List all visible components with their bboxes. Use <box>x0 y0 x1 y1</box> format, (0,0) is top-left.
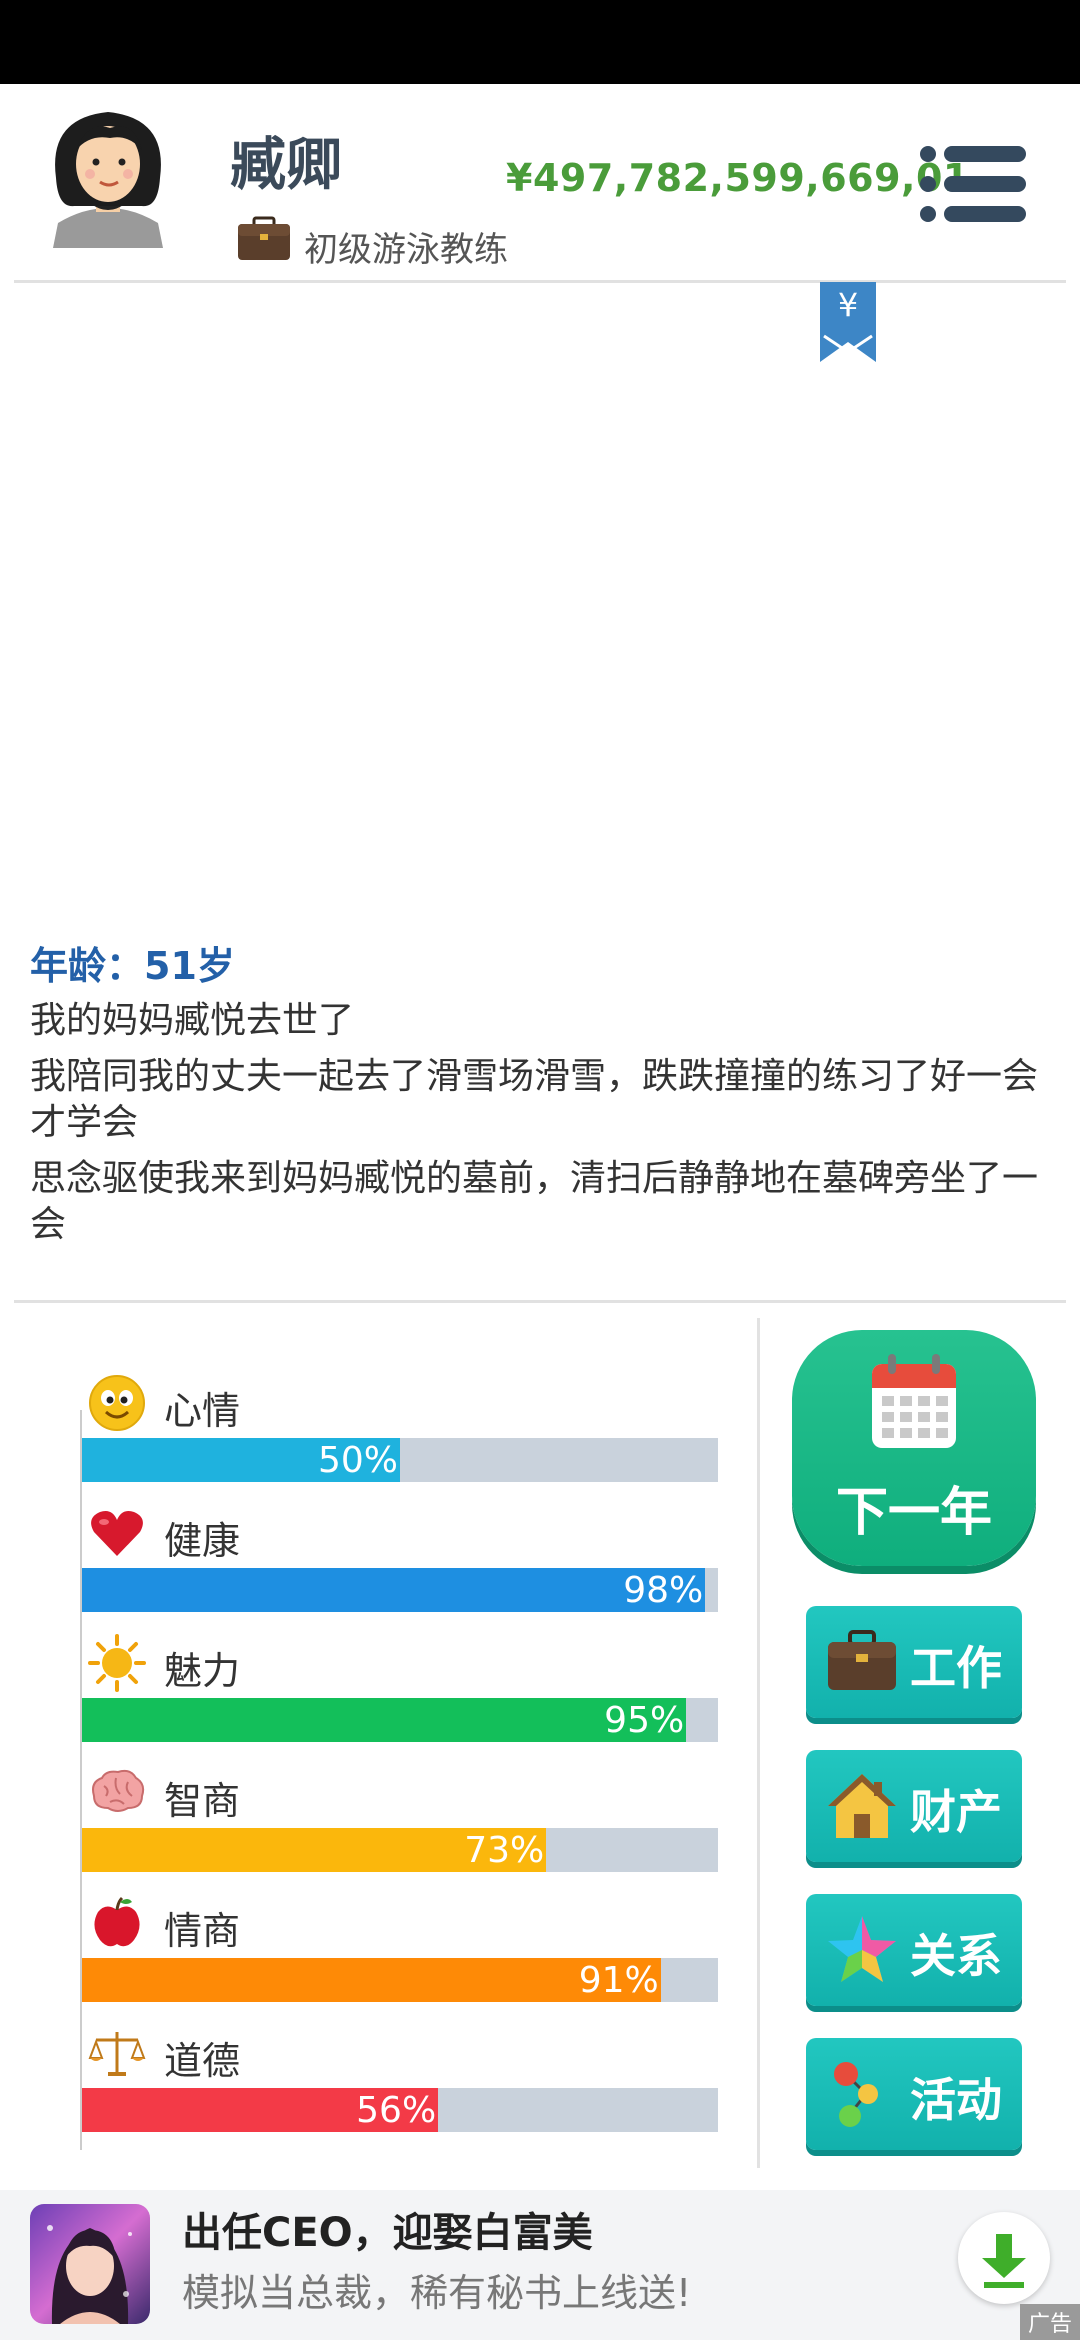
activities-button[interactable]: 活动 <box>806 2038 1022 2150</box>
activity-dots-icon <box>834 2062 878 2127</box>
stat-value: 56% <box>356 2090 437 2131</box>
stat-health: 健康 98% <box>82 1498 718 1612</box>
property-button[interactable]: 财产 <box>806 1750 1022 1862</box>
smiley-icon <box>89 1375 145 1431</box>
stat-bar: 50% <box>82 1438 718 1482</box>
download-button[interactable] <box>958 2212 1050 2304</box>
stat-bar: 56% <box>82 2088 718 2132</box>
ad-title: 出任CEO，迎娶白富美 <box>182 2210 593 2256</box>
stat-bar: 73% <box>82 1828 718 1872</box>
event-list: 我的妈妈臧悦去世了 我陪同我的丈夫一起去了滑雪场滑雪，跌跌撞撞的练习了好一会才学… <box>30 998 1050 1248</box>
next-year-label: 下一年 <box>835 1483 992 1543</box>
heart-icon <box>91 1511 143 1556</box>
relations-button[interactable]: 关系 <box>806 1894 1022 2006</box>
stat-label: 道德 <box>164 2039 241 2083</box>
stat-bar: 98% <box>82 1568 718 1612</box>
stat-mood: 心情 50% <box>82 1368 718 1482</box>
stat-value: 95% <box>604 1700 685 1741</box>
apple-icon <box>94 1896 140 1947</box>
ad-banner[interactable]: 出任CEO，迎娶白富美 模拟当总裁，稀有秘书上线送! 广告 <box>0 2190 1080 2340</box>
stat-value: 98% <box>623 1570 704 1611</box>
menu-icon[interactable] <box>918 142 1028 226</box>
stat-label: 智商 <box>164 1779 241 1823</box>
stat-bar-fill: 56% <box>82 2088 439 2132</box>
work-label: 工作 <box>910 1641 1002 1695</box>
activities-label: 活动 <box>910 2073 1002 2127</box>
stat-value: 73% <box>464 1830 545 1871</box>
status-bar <box>0 0 1080 84</box>
profile-header: 臧卿 初级游泳教练 ¥497,782,599,669,01 <box>0 84 1080 284</box>
ad-description: 模拟当总裁，稀有秘书上线送! <box>182 2271 692 2315</box>
stat-bar-fill: 98% <box>82 1568 706 1612</box>
character-name: 臧卿 <box>230 133 342 198</box>
money-balance: ¥497,782,599,669,01 <box>506 156 970 200</box>
stat-bar-fill: 95% <box>82 1698 687 1742</box>
work-button[interactable]: 工作 <box>806 1606 1022 1718</box>
panel-separator <box>757 1318 760 2168</box>
stat-eq: 情商 91% <box>82 1888 718 2002</box>
stat-value: 50% <box>317 1440 398 1481</box>
story-divider <box>14 1300 1066 1303</box>
stat-value: 91% <box>578 1960 659 2001</box>
event-item: 思念驱使我来到妈妈臧悦的墓前，清扫后静静地在墓碑旁坐了一会 <box>30 1158 1039 1245</box>
next-year-button[interactable]: 下一年 <box>792 1330 1036 1566</box>
header-divider <box>14 280 1066 283</box>
avatar[interactable] <box>38 98 178 248</box>
stat-label: 健康 <box>164 1519 241 1563</box>
stat-bar: 95% <box>82 1698 718 1742</box>
event-item: 我的妈妈臧悦去世了 <box>30 1000 355 1041</box>
stat-bar: 91% <box>82 1958 718 2002</box>
job-title: 初级游泳教练 <box>304 230 508 270</box>
stat-label: 情商 <box>164 1909 241 1953</box>
download-icon <box>982 2234 1026 2288</box>
sun-icon <box>88 1634 146 1692</box>
stat-label: 魅力 <box>164 1649 241 1693</box>
age-label: 年龄：51岁 <box>30 944 235 988</box>
bookmark-symbol: ¥ <box>837 286 859 324</box>
stat-bar-fill: 50% <box>82 1438 400 1482</box>
star-icon <box>828 1916 896 1982</box>
brain-icon <box>92 1769 145 1812</box>
calendar-icon <box>872 1354 956 1448</box>
briefcase-icon <box>828 1630 896 1690</box>
stat-label: 心情 <box>164 1389 241 1433</box>
life-log: 年龄：51岁 我的妈妈臧悦去世了 我陪同我的丈夫一起去了滑雪场滑雪，跌跌撞撞的练… <box>30 935 1050 1258</box>
stat-bar-fill: 73% <box>82 1828 547 1872</box>
stat-charm: 魅力 95% <box>82 1628 718 1742</box>
relations-label: 关系 <box>910 1929 1002 1983</box>
ad-portrait-image <box>47 2225 132 2324</box>
property-label: 财产 <box>910 1785 1002 1839</box>
house-icon <box>828 1774 896 1838</box>
finance-bookmark[interactable]: ¥ <box>820 282 876 362</box>
stat-bar-fill: 91% <box>82 1958 661 2002</box>
stat-morality: 道德 56% <box>82 2018 718 2132</box>
event-item: 我陪同我的丈夫一起去了滑雪场滑雪，跌跌撞撞的练习了好一会才学会 <box>30 1056 1039 1143</box>
stat-iq: 智商 73% <box>82 1758 718 1872</box>
ad-thumbnail[interactable] <box>30 2204 150 2324</box>
briefcase-icon <box>238 216 290 260</box>
ad-tag: 广告 <box>1019 2304 1080 2340</box>
scales-icon <box>88 2032 146 2076</box>
